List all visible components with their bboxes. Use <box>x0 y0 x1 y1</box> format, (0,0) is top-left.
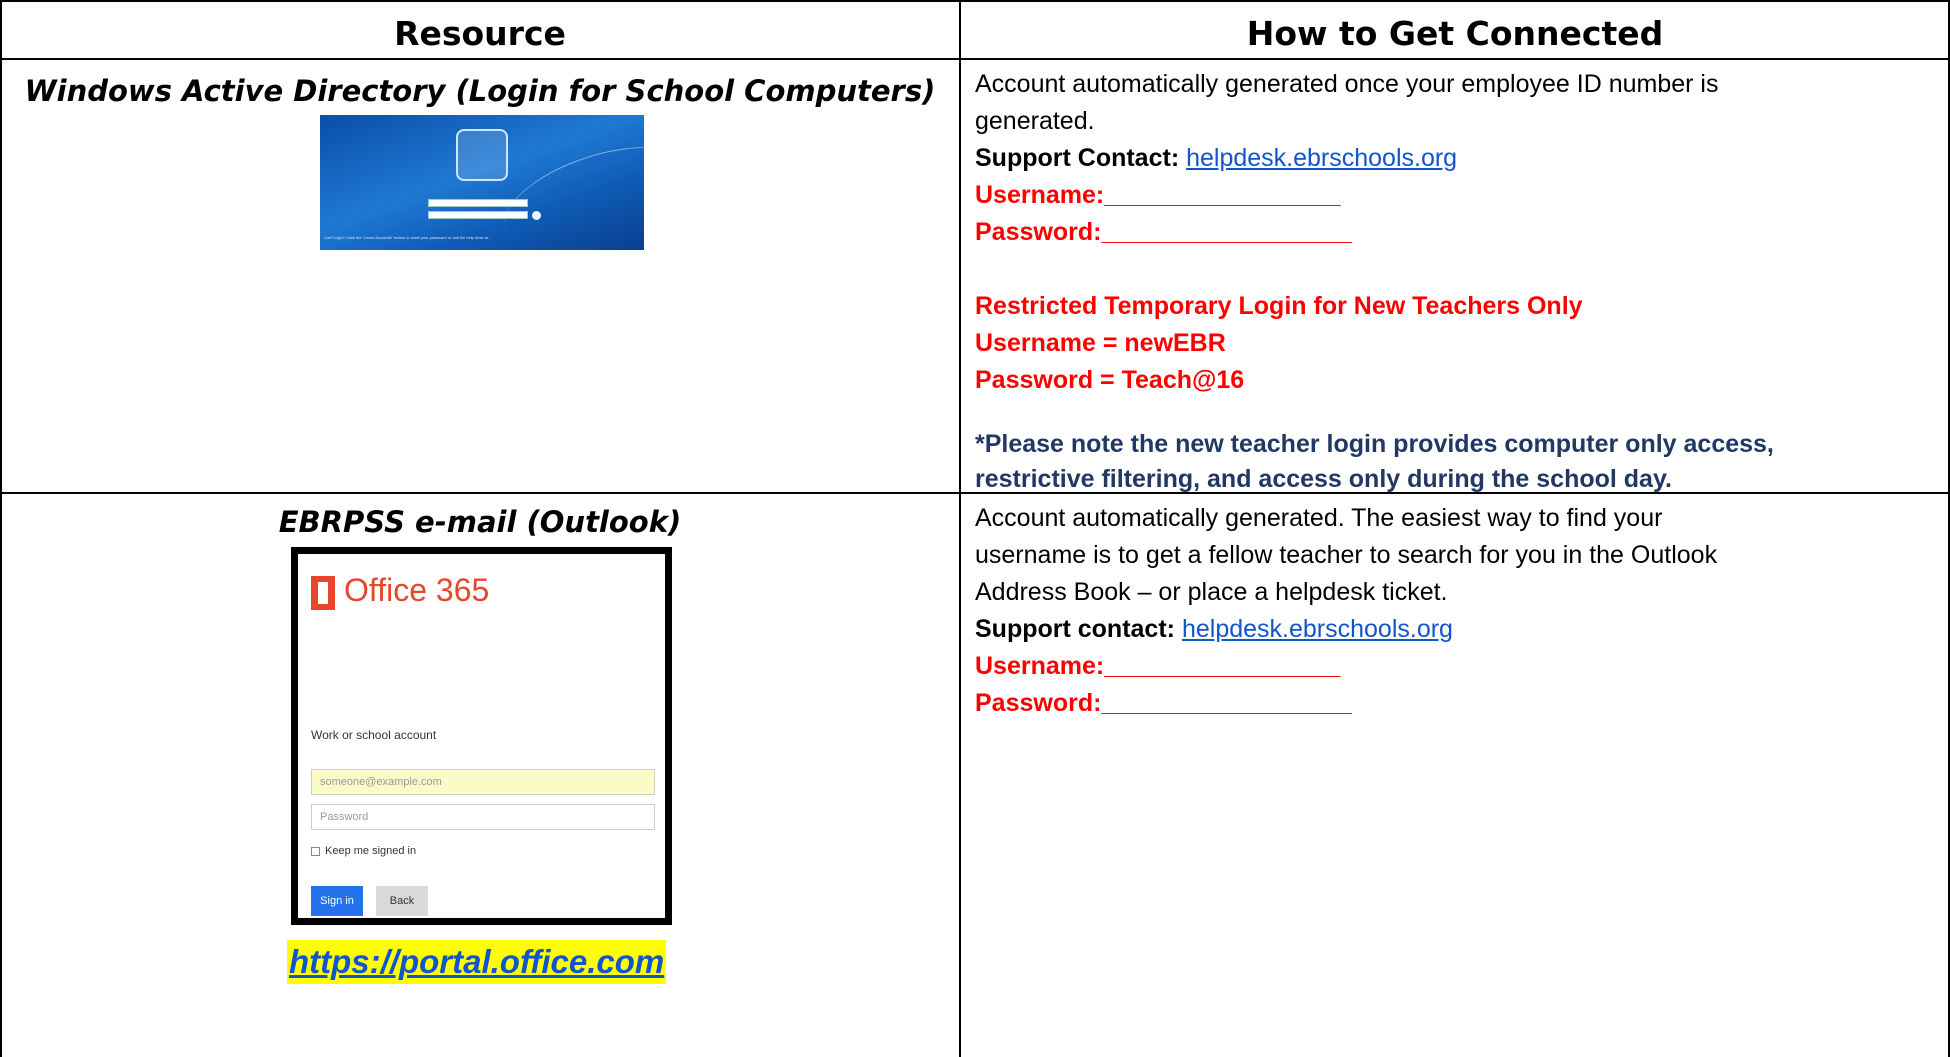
windows-footer-text: Can't login? Click the "Learn Accounts" … <box>324 235 493 240</box>
email-input-thumb: someone@example.com <box>311 769 655 795</box>
windows-login-screenshot: Can't login? Click the "Learn Accounts" … <box>320 115 644 250</box>
back-button-thumb: Back <box>376 886 428 916</box>
row2-desc-line1: Account automatically generated. The eas… <box>975 504 1663 532</box>
row1-username-blank: Username:_________________ <box>975 181 1341 209</box>
table-border-top <box>0 0 1950 2</box>
helpdesk-link[interactable]: helpdesk.ebrschools.org <box>1186 144 1457 172</box>
row1-desc-line2: generated. <box>975 107 1095 135</box>
note-line1: *Please note the new teacher login provi… <box>975 430 1774 458</box>
header-divider <box>0 58 1950 60</box>
resource-title-outlook: EBRPSS e-mail (Outlook) <box>278 505 682 539</box>
office-logo-icon <box>311 576 335 610</box>
restricted-login-heading: Restricted Temporary Login for New Teach… <box>975 292 1583 320</box>
office365-brand: Office 365 <box>344 572 490 608</box>
support-contact-label: Support Contact: <box>975 144 1180 172</box>
temp-password: Password = Teach@16 <box>975 366 1245 394</box>
arrow-go-icon <box>532 211 541 220</box>
office365-signin-screenshot: Office 365 Work or school account someon… <box>291 547 672 925</box>
resource-table: Resource How to Get Connected Windows Ac… <box>0 0 1950 1057</box>
header-resource: Resource <box>394 14 566 53</box>
portal-office-link[interactable]: https://portal.office.com <box>287 940 667 984</box>
row1-desc-line1: Account automatically generated once you… <box>975 70 1719 98</box>
row2-support: Support contact: helpdesk.ebrschools.org <box>975 611 1453 648</box>
support-contact-label: Support contact: <box>975 615 1175 643</box>
row2-password-blank: Password:__________________ <box>975 689 1352 717</box>
helpdesk-link[interactable]: helpdesk.ebrschools.org <box>1182 615 1453 643</box>
sign-in-button-thumb: Sign in <box>311 886 363 916</box>
row1-support: Support Contact: helpdesk.ebrschools.org <box>975 140 1457 177</box>
checkbox-icon <box>311 846 320 856</box>
row2-username-blank: Username:_________________ <box>975 652 1341 680</box>
resource-title-windows-ad: Windows Active Directory (Login for Scho… <box>24 74 936 108</box>
password-input-thumb: Password <box>311 804 655 830</box>
account-label: Work or school account <box>311 728 437 742</box>
keep-signed-in: Keep me signed in <box>311 845 416 857</box>
row2-desc-line3: Address Book – or place a helpdesk ticke… <box>975 578 1448 606</box>
row2-desc-line2: username is to get a fellow teacher to s… <box>975 541 1718 569</box>
password-field-thumb <box>428 211 528 219</box>
user-avatar-icon <box>456 129 508 181</box>
note-line2: restrictive filtering, and access only d… <box>975 465 1672 493</box>
header-how-to-connect: How to Get Connected <box>1246 14 1664 53</box>
windows-swoosh <box>490 126 644 250</box>
keep-signed-label: Keep me signed in <box>325 845 417 857</box>
temp-username: Username = newEBR <box>975 329 1226 357</box>
username-field-thumb <box>428 199 528 207</box>
row1-password-blank: Password:__________________ <box>975 218 1352 246</box>
